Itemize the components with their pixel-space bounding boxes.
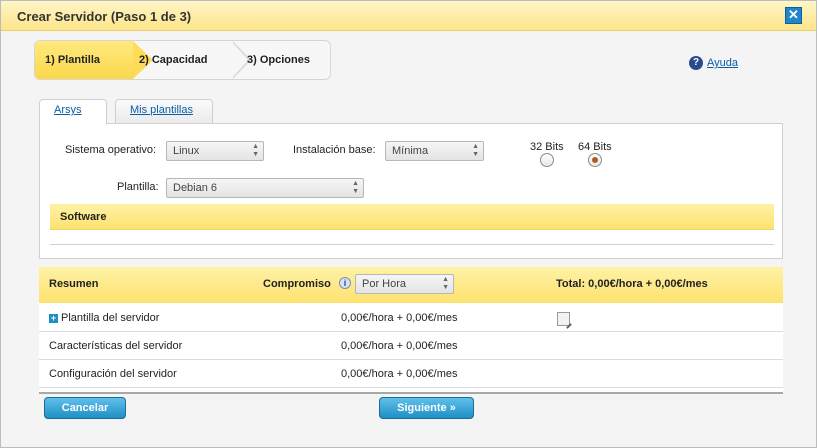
divider bbox=[50, 244, 774, 245]
row-name-group: + Plantilla del servidor bbox=[49, 312, 159, 324]
commitment-label: Compromiso bbox=[263, 278, 331, 290]
step-plantilla[interactable]: 1) Plantilla bbox=[35, 41, 133, 79]
row-name: Características del servidor bbox=[49, 340, 183, 352]
table-row: Configuración del servidor 0,00€/hora + … bbox=[39, 360, 783, 388]
base-install-label: Instalación base: bbox=[293, 144, 376, 156]
tab-mis-plantillas[interactable]: Mis plantillas bbox=[115, 99, 213, 123]
help-link[interactable]: Ayuda bbox=[707, 57, 738, 69]
bits64-label: 64 Bits bbox=[578, 141, 612, 153]
template-select[interactable]: Debian 6 ▲ ▼ bbox=[166, 178, 364, 198]
os-select[interactable]: Linux ▲ ▼ bbox=[166, 141, 264, 161]
template-label: Plantilla: bbox=[117, 181, 159, 193]
summary-title: Resumen bbox=[49, 278, 99, 290]
row-price: 0,00€/hora + 0,00€/mes bbox=[341, 340, 458, 352]
next-button[interactable]: Siguiente » bbox=[379, 397, 474, 419]
tab-arsys[interactable]: Arsys bbox=[39, 99, 107, 125]
table-row: + Plantilla del servidor 0,00€/hora + 0,0… bbox=[39, 304, 783, 332]
commitment-select-value: Por Hora bbox=[362, 278, 407, 290]
base-install-select[interactable]: Mínima ▲ ▼ bbox=[385, 141, 484, 161]
dialog-title: Crear Servidor (Paso 1 de 3) bbox=[17, 9, 192, 24]
cancel-button[interactable]: Cancelar bbox=[44, 397, 126, 419]
step-divider-inner bbox=[329, 41, 330, 79]
select-arrows-icon: ▲ ▼ bbox=[352, 180, 359, 195]
base-install-value: Mínima bbox=[392, 145, 429, 157]
os-select-value: Linux bbox=[173, 145, 200, 157]
step-opciones[interactable]: 3) Opciones bbox=[247, 41, 330, 79]
close-button[interactable]: ✕ bbox=[785, 7, 802, 24]
row-price: 0,00€/hora + 0,00€/mes bbox=[341, 312, 458, 324]
commitment-select[interactable]: Por Hora ▲ ▼ bbox=[355, 274, 454, 294]
bits32-radio[interactable] bbox=[540, 153, 554, 167]
edit-icon[interactable] bbox=[557, 312, 570, 326]
template-panel: Sistema operativo: Linux ▲ ▼ Instalación … bbox=[39, 123, 783, 259]
help-icon[interactable]: ? bbox=[689, 56, 703, 70]
footer-divider bbox=[39, 392, 783, 394]
help-link-group[interactable]: ? Ayuda bbox=[689, 56, 738, 70]
select-arrows-icon: ▲ ▼ bbox=[252, 143, 259, 158]
row-name: Configuración del servidor bbox=[49, 368, 177, 380]
summary-table: Resumen Compromiso i Por Hora ▲ ▼ Total: … bbox=[39, 267, 783, 393]
bits32-label: 32 Bits bbox=[530, 141, 564, 153]
expand-plus-icon[interactable]: + bbox=[49, 314, 58, 323]
title-bar: Crear Servidor (Paso 1 de 3) ✕ bbox=[1, 1, 816, 31]
table-row: Características del servidor 0,00€/hora … bbox=[39, 332, 783, 360]
total-label: Total: 0,00€/hora + 0,00€/mes bbox=[556, 278, 708, 290]
bits64-radio[interactable] bbox=[588, 153, 602, 167]
select-arrows-icon: ▲ ▼ bbox=[472, 143, 479, 158]
create-server-dialog: Crear Servidor (Paso 1 de 3) ✕ 1) Planti… bbox=[0, 0, 817, 448]
row-name: Plantilla del servidor bbox=[61, 312, 160, 324]
os-label: Sistema operativo: bbox=[65, 144, 157, 156]
template-select-value: Debian 6 bbox=[173, 182, 218, 194]
info-icon[interactable]: i bbox=[339, 277, 351, 289]
row-price: 0,00€/hora + 0,00€/mes bbox=[341, 368, 458, 380]
software-section-header: Software bbox=[50, 204, 774, 230]
select-arrows-icon: ▲ ▼ bbox=[442, 276, 449, 291]
wizard-stepper: 1) Plantilla 2) Capacidad 3) Opciones bbox=[34, 40, 331, 80]
summary-header: Resumen Compromiso i Por Hora ▲ ▼ Total: … bbox=[39, 267, 783, 303]
step-divider-inner bbox=[231, 41, 248, 79]
